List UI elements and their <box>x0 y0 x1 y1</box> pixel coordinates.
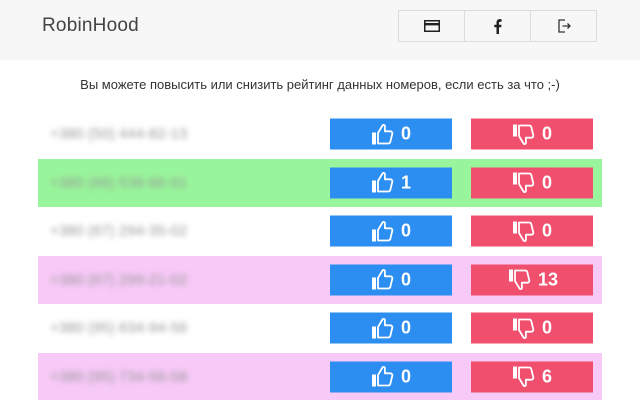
header-button-group <box>398 10 597 42</box>
phone-number: +380 (95) 734-56-58 <box>50 368 188 386</box>
brand-title: RobinHood <box>42 15 139 36</box>
like-count: 0 <box>401 220 412 241</box>
number-row: +380 (66) 538-86-91 1 0 <box>38 158 602 207</box>
number-row: +380 (67) 294-35-02 0 0 <box>38 207 602 256</box>
number-row: +380 (95) 734-56-58 0 6 <box>38 352 602 400</box>
like-count: 1 <box>401 172 412 193</box>
thumbs-up-icon <box>369 364 401 390</box>
phone-number: +380 (67) 294-35-02 <box>50 222 188 240</box>
like-button[interactable]: 0 <box>330 215 452 247</box>
numbers-list: +380 (50) 444-82-13 0 0 +380 (66) 538-86-91… <box>38 110 602 400</box>
thumbs-down-icon <box>506 267 538 293</box>
phone-number: +380 (66) 538-86-91 <box>50 174 188 192</box>
dislike-count: 6 <box>542 366 553 387</box>
header-bar: RobinHood <box>0 0 640 60</box>
dislike-count: 0 <box>542 317 553 338</box>
phone-number: +380 (67) 299-21-02 <box>50 271 188 289</box>
facebook-button[interactable] <box>464 10 531 42</box>
like-count: 0 <box>401 269 412 290</box>
number-row: +380 (50) 444-82-13 0 0 <box>38 110 602 159</box>
dislike-button[interactable]: 0 <box>471 312 593 344</box>
number-row: +380 (67) 299-21-02 0 13 <box>38 255 602 304</box>
phone-number: +380 (95) 634-94-56 <box>50 319 188 337</box>
dislike-button[interactable]: 13 <box>471 264 593 296</box>
number-row: +380 (95) 634-94-56 0 0 <box>38 304 602 353</box>
like-button[interactable]: 0 <box>330 312 452 344</box>
thumbs-down-icon <box>510 315 542 341</box>
dislike-button[interactable]: 0 <box>471 118 593 150</box>
thumbs-up-icon <box>369 218 401 244</box>
card-button[interactable] <box>398 10 465 42</box>
thumbs-up-icon <box>369 170 401 196</box>
like-button[interactable]: 0 <box>330 118 452 150</box>
dislike-button[interactable]: 6 <box>471 361 593 393</box>
intro-text: Вы можете повысить или снизить рейтинг д… <box>80 77 560 92</box>
thumbs-down-icon <box>510 218 542 244</box>
like-count: 0 <box>401 317 412 338</box>
card-icon <box>423 20 440 32</box>
dislike-count: 0 <box>542 172 553 193</box>
phone-number: +380 (50) 444-82-13 <box>50 125 188 143</box>
thumbs-up-icon <box>369 315 401 341</box>
like-count: 0 <box>401 123 412 144</box>
like-button[interactable]: 1 <box>330 167 452 199</box>
like-count: 0 <box>401 366 412 387</box>
thumbs-up-icon <box>369 267 401 293</box>
thumbs-down-icon <box>510 170 542 196</box>
thumbs-down-icon <box>510 364 542 390</box>
like-button[interactable]: 0 <box>330 361 452 393</box>
dislike-button[interactable]: 0 <box>471 167 593 199</box>
thumbs-up-icon <box>369 121 401 147</box>
thumbs-down-icon <box>510 121 542 147</box>
facebook-icon <box>494 18 502 34</box>
logout-icon <box>557 19 571 33</box>
logout-button[interactable] <box>530 10 597 42</box>
dislike-count: 13 <box>537 269 559 290</box>
dislike-count: 0 <box>542 220 553 241</box>
like-button[interactable]: 0 <box>330 264 452 296</box>
dislike-count: 0 <box>542 123 553 144</box>
dislike-button[interactable]: 0 <box>471 215 593 247</box>
